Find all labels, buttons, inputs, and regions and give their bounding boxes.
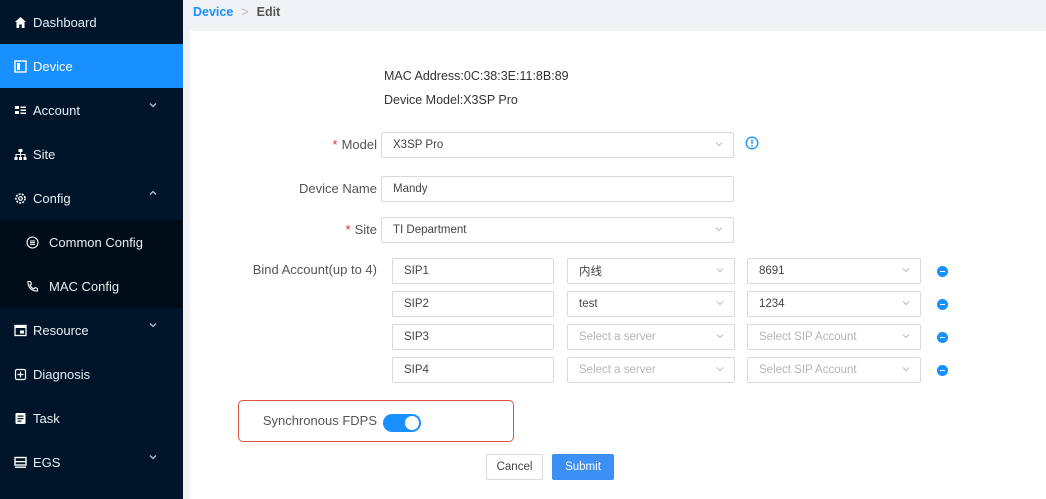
site-select[interactable]: TI Department [381,217,734,243]
sidebar-item-device[interactable]: Device [0,44,183,88]
cancel-button[interactable]: Cancel [486,454,543,480]
sidebar-item-egs[interactable]: EGS [0,440,183,484]
sidebar-item-mac-config[interactable]: MAC Config [0,264,183,308]
sidebar-item-resource[interactable]: Resource [0,308,183,352]
sip-account-select[interactable]: 8691 [747,258,921,284]
synchronous-fdps-toggle[interactable] [383,414,421,432]
sidebar-item-task[interactable]: Task [0,396,183,440]
device-name-label: Device Name [298,181,377,196]
chevron-up-icon [149,189,157,200]
chevron-down-icon [716,268,724,273]
remove-account-button[interactable] [937,365,948,376]
home-icon [13,15,27,29]
device-name-input[interactable]: Mandy [381,176,734,202]
chevron-down-icon [716,367,724,372]
bind-account-field[interactable]: SIP4 [392,357,554,383]
sidebar-item-site[interactable]: Site [0,132,183,176]
sidebar-item-dashboard[interactable]: Dashboard [0,0,183,44]
sidebar-item-label: Resource [33,322,89,338]
remove-account-button[interactable] [937,299,948,310]
chevron-down-icon [716,301,724,306]
server-select[interactable]: Select a server [567,324,735,350]
sidebar-item-label: Common Config [49,234,143,250]
device-icon [13,59,27,73]
server-select[interactable]: 内线 [567,258,735,284]
breadcrumb-link-device[interactable]: Device [193,5,233,19]
task-icon [13,411,27,425]
sidebar-item-label: Task [33,410,60,426]
server-select[interactable]: test [567,291,735,317]
account-icon [13,103,27,117]
info-icon[interactable] [745,136,759,150]
app: Dashboard Device Account Site Config Com… [0,0,1046,499]
sidebar-item-diagnosis[interactable]: Diagnosis [0,352,183,396]
breadcrumb-current: Edit [256,5,281,19]
remove-account-button[interactable] [937,266,948,277]
common-config-icon [25,235,39,249]
remove-account-button[interactable] [937,332,948,343]
phone-icon [25,279,39,293]
sidebar-item-label: Config [33,190,71,206]
site-label: * Site [345,222,377,237]
mac-address-text: MAC Address:0C:38:3E:11:8B:89 [384,69,569,83]
sidebar-item-label: Diagnosis [33,366,91,382]
device-edit-form: MAC Address:0C:38:3E:11:8B:89 Device Mod… [190,31,1046,499]
resource-icon [13,323,27,337]
chevron-down-icon [149,321,157,332]
chevron-down-icon [716,334,724,339]
sidebar-item-label: EGS [33,454,61,470]
toggle-knob [405,416,419,430]
diagnosis-icon [13,367,27,381]
main-content: Device > Edit MAC Address:0C:38:3E:11:8B… [183,0,1046,499]
device-model-text: Device Model:X3SP Pro [384,93,518,107]
sip-account-select[interactable]: 1234 [747,291,921,317]
chevron-down-icon [902,334,910,339]
sidebar-item-label: MAC Config [49,278,120,294]
sidebar-item-label: Account [33,102,80,118]
chevron-down-icon [902,268,910,273]
chevron-down-icon [902,301,910,306]
sidebar-item-account[interactable]: Account [0,88,183,132]
bind-account-field[interactable]: SIP1 [392,258,554,284]
server-select[interactable]: Select a server [567,357,735,383]
model-select[interactable]: X3SP Pro [381,132,734,158]
submit-button[interactable]: Submit [552,454,614,480]
breadcrumb-separator: > [241,5,249,19]
sidebar-item-common-config[interactable]: Common Config [0,220,183,264]
bind-account-field[interactable]: SIP2 [392,291,554,317]
chevron-down-icon [715,227,723,232]
sip-account-select[interactable]: Select SIP Account [747,357,921,383]
synchronous-fdps-label: Synchronous FDPS [262,413,377,428]
gear-icon [13,191,27,205]
breadcrumb: Device > Edit [183,0,1046,24]
bind-account-label: Bind Account(up to 4) [252,262,377,277]
chevron-down-icon [715,142,723,147]
bind-account-field[interactable]: SIP3 [392,324,554,350]
chevron-down-icon [149,101,157,112]
sidebar-item-label: Dashboard [33,14,97,30]
monitor-icon [13,455,27,469]
sidebar-item-config[interactable]: Config [0,176,183,220]
sidebar: Dashboard Device Account Site Config Com… [0,0,183,499]
site-icon [13,147,27,161]
chevron-down-icon [149,453,157,464]
sip-account-select[interactable]: Select SIP Account [747,324,921,350]
model-label: * Model [332,137,377,152]
chevron-down-icon [902,367,910,372]
sidebar-item-label: Site [33,146,56,162]
sidebar-item-label: Device [33,58,73,74]
